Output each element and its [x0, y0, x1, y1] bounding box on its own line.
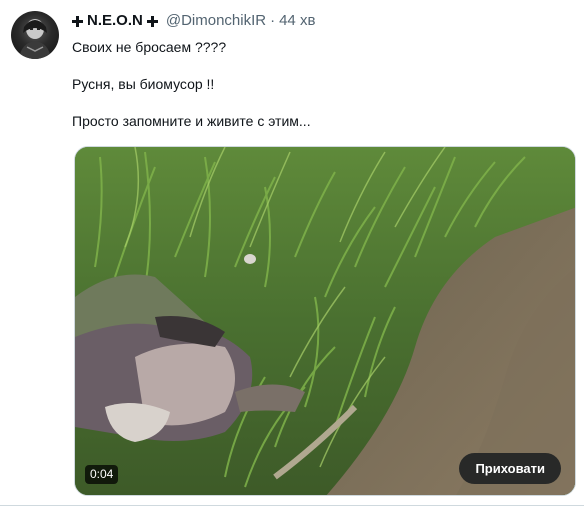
- tweet-text: Своих не бросаем ???? Русня, вы биомусор…: [72, 38, 572, 130]
- tweet-line: Просто запомните и живите с этим...: [72, 113, 311, 129]
- video-duration: 0:04: [85, 465, 119, 484]
- hide-button[interactable]: Приховати: [459, 453, 561, 484]
- cross-icon: [146, 15, 158, 27]
- timestamp[interactable]: 44 хв: [279, 11, 315, 31]
- cross-icon: [72, 15, 83, 27]
- tweet-line: Русня, вы биомусор !!: [72, 76, 215, 92]
- tweet[interactable]: N.E.O.N @DimonchikIR · 44 хв Своих не бр…: [0, 0, 584, 506]
- tweet-content: N.E.O.N @DimonchikIR · 44 хв Своих не бр…: [72, 10, 572, 130]
- display-name[interactable]: N.E.O.N: [72, 11, 162, 31]
- user-handle[interactable]: @DimonchikIR: [166, 11, 266, 31]
- video-thumbnail: [75, 147, 575, 495]
- video-player[interactable]: 0:04 Приховати: [74, 146, 576, 496]
- display-name-text: N.E.O.N: [87, 12, 143, 29]
- separator-dot: ·: [270, 12, 276, 29]
- tweet-header: N.E.O.N @DimonchikIR · 44 хв: [72, 10, 572, 32]
- tweet-line: Своих не бросаем ????: [72, 39, 227, 55]
- avatar[interactable]: [11, 11, 59, 59]
